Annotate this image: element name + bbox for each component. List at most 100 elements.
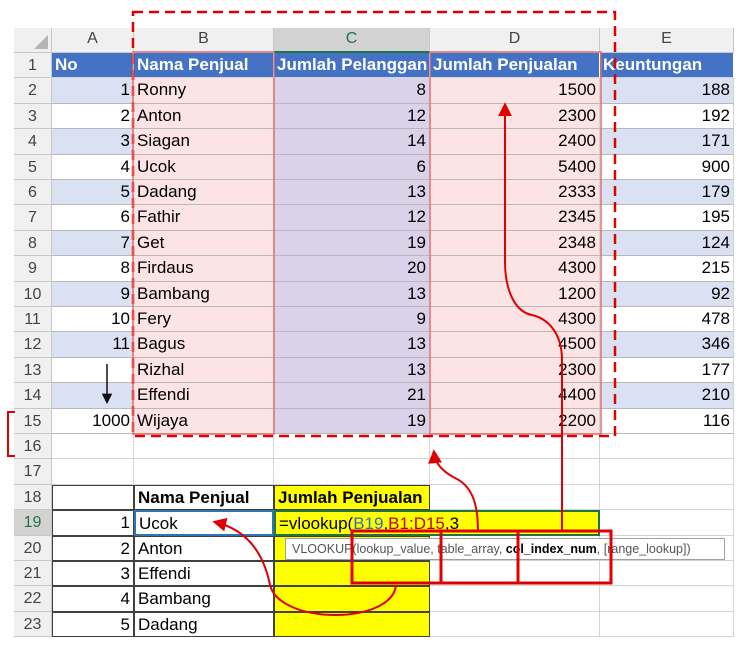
- lookup-row-number[interactable]: 5: [52, 611, 134, 638]
- main-table-cell[interactable]: 195: [600, 205, 734, 231]
- lookup-header-nama-penjual[interactable]: Nama Penjual: [134, 484, 274, 511]
- main-table-cell[interactable]: [52, 383, 134, 409]
- main-table-cell[interactable]: 19: [274, 230, 430, 257]
- cell[interactable]: [134, 459, 274, 485]
- cell[interactable]: [430, 586, 600, 612]
- cell[interactable]: [600, 484, 734, 511]
- cell[interactable]: [600, 611, 734, 638]
- main-table-cell[interactable]: 1500: [430, 78, 600, 104]
- row-header-3[interactable]: 3: [14, 103, 52, 130]
- main-table-cell[interactable]: 10: [52, 307, 134, 333]
- lookup-row-number[interactable]: 4: [52, 586, 134, 612]
- main-table-cell[interactable]: 210: [600, 383, 734, 409]
- lookup-name-cell[interactable]: Bambang: [134, 586, 274, 612]
- main-table-cell[interactable]: 3: [52, 129, 134, 155]
- main-table-cell[interactable]: 2333: [430, 180, 600, 206]
- row-header-7[interactable]: 7: [14, 205, 52, 231]
- main-table-cell[interactable]: 12: [274, 103, 430, 130]
- main-table-cell[interactable]: 2: [52, 103, 134, 130]
- column-header-b[interactable]: B: [134, 28, 274, 53]
- main-table-cell[interactable]: 9: [274, 307, 430, 333]
- main-table-cell[interactable]: 4: [52, 154, 134, 180]
- main-table-cell[interactable]: Wijaya: [134, 408, 274, 434]
- main-table-cell[interactable]: 900: [600, 154, 734, 180]
- cell[interactable]: [600, 510, 734, 536]
- main-table-header-cell[interactable]: No: [52, 53, 134, 79]
- cell[interactable]: [430, 484, 600, 511]
- main-table-cell[interactable]: 2300: [430, 357, 600, 384]
- lookup-row-number[interactable]: 3: [52, 561, 134, 587]
- main-table-cell[interactable]: 6: [52, 205, 134, 231]
- row-header-14[interactable]: 14: [14, 383, 52, 409]
- main-table-cell[interactable]: 13: [274, 180, 430, 206]
- cell[interactable]: [52, 459, 134, 485]
- main-table-cell[interactable]: 2348: [430, 230, 600, 257]
- row-header-5[interactable]: 5: [14, 154, 52, 180]
- main-table-cell[interactable]: Rizhal: [134, 357, 274, 384]
- main-table-cell[interactable]: 13: [274, 357, 430, 384]
- row-header-12[interactable]: 12: [14, 332, 52, 358]
- main-table-cell[interactable]: 13: [274, 281, 430, 307]
- row-header-8[interactable]: 8: [14, 230, 52, 257]
- main-table-cell[interactable]: 192: [600, 103, 734, 130]
- cell[interactable]: [430, 611, 600, 638]
- main-table-cell[interactable]: Firdaus: [134, 256, 274, 282]
- cell[interactable]: [274, 434, 430, 460]
- main-table-cell[interactable]: 5: [52, 180, 134, 206]
- tooltip-arg-range-lookup[interactable]: [range_lookup]): [604, 542, 691, 556]
- main-table-header-cell[interactable]: Jumlah Penjualan: [430, 53, 600, 79]
- main-table-cell[interactable]: 9: [52, 281, 134, 307]
- lookup-row-number[interactable]: 2: [52, 535, 134, 561]
- main-table-header-cell[interactable]: Keuntungan: [600, 53, 734, 79]
- main-table-cell[interactable]: 11: [52, 332, 134, 358]
- main-table-cell[interactable]: 478: [600, 307, 734, 333]
- cell[interactable]: [52, 434, 134, 460]
- main-table-cell[interactable]: 12: [274, 205, 430, 231]
- main-table-header-cell[interactable]: Nama Penjual: [134, 53, 274, 79]
- main-table-cell[interactable]: 4300: [430, 307, 600, 333]
- row-header-11[interactable]: 11: [14, 307, 52, 333]
- main-table-cell[interactable]: 92: [600, 281, 734, 307]
- main-table-cell[interactable]: 6: [274, 154, 430, 180]
- cell[interactable]: [430, 561, 600, 587]
- lookup-name-cell[interactable]: Effendi: [134, 561, 274, 587]
- cell[interactable]: [134, 434, 274, 460]
- main-table-cell[interactable]: 179: [600, 180, 734, 206]
- main-table-cell[interactable]: Dadang: [134, 180, 274, 206]
- lookup-row-number[interactable]: 1: [52, 510, 134, 536]
- main-table-cell[interactable]: 2345: [430, 205, 600, 231]
- column-header-d[interactable]: D: [430, 28, 600, 53]
- main-table-cell[interactable]: 2300: [430, 103, 600, 130]
- tooltip-arg-table-array[interactable]: table_array: [437, 542, 499, 556]
- main-table-cell[interactable]: 8: [52, 256, 134, 282]
- main-table-cell[interactable]: Ucok: [134, 154, 274, 180]
- row-header-6[interactable]: 6: [14, 180, 52, 206]
- main-table-cell[interactable]: 171: [600, 129, 734, 155]
- cell[interactable]: [274, 459, 430, 485]
- main-table-cell[interactable]: 20: [274, 256, 430, 282]
- main-table-cell[interactable]: 7: [52, 230, 134, 257]
- main-table-cell[interactable]: 4500: [430, 332, 600, 358]
- main-table-cell[interactable]: 21: [274, 383, 430, 409]
- main-table-cell[interactable]: 116: [600, 408, 734, 434]
- tooltip-arg-lookup-value[interactable]: lookup_value: [357, 542, 431, 556]
- row-header-2[interactable]: 2: [14, 78, 52, 104]
- lookup-name-cell[interactable]: Dadang: [134, 611, 274, 638]
- main-table-cell[interactable]: Get: [134, 230, 274, 257]
- main-table-cell[interactable]: 13: [274, 332, 430, 358]
- row-header-15[interactable]: 15: [14, 408, 52, 434]
- main-table-cell[interactable]: 2200: [430, 408, 600, 434]
- select-all-corner[interactable]: [14, 28, 52, 53]
- main-table-cell[interactable]: Fathir: [134, 205, 274, 231]
- main-table-header-cell[interactable]: Jumlah Pelanggan: [274, 53, 430, 79]
- row-header-9[interactable]: 9: [14, 256, 52, 282]
- column-header-c[interactable]: C: [274, 28, 430, 53]
- row-header-1[interactable]: 1: [14, 53, 52, 79]
- main-table-cell[interactable]: 8: [274, 78, 430, 104]
- main-table-cell[interactable]: [52, 357, 134, 384]
- main-table-cell[interactable]: 5400: [430, 154, 600, 180]
- active-formula-cell[interactable]: =vlookup(B19,B1:D15,3: [274, 510, 600, 536]
- cell[interactable]: [430, 459, 600, 485]
- main-table-cell[interactable]: 215: [600, 256, 734, 282]
- main-table-cell[interactable]: 1200: [430, 281, 600, 307]
